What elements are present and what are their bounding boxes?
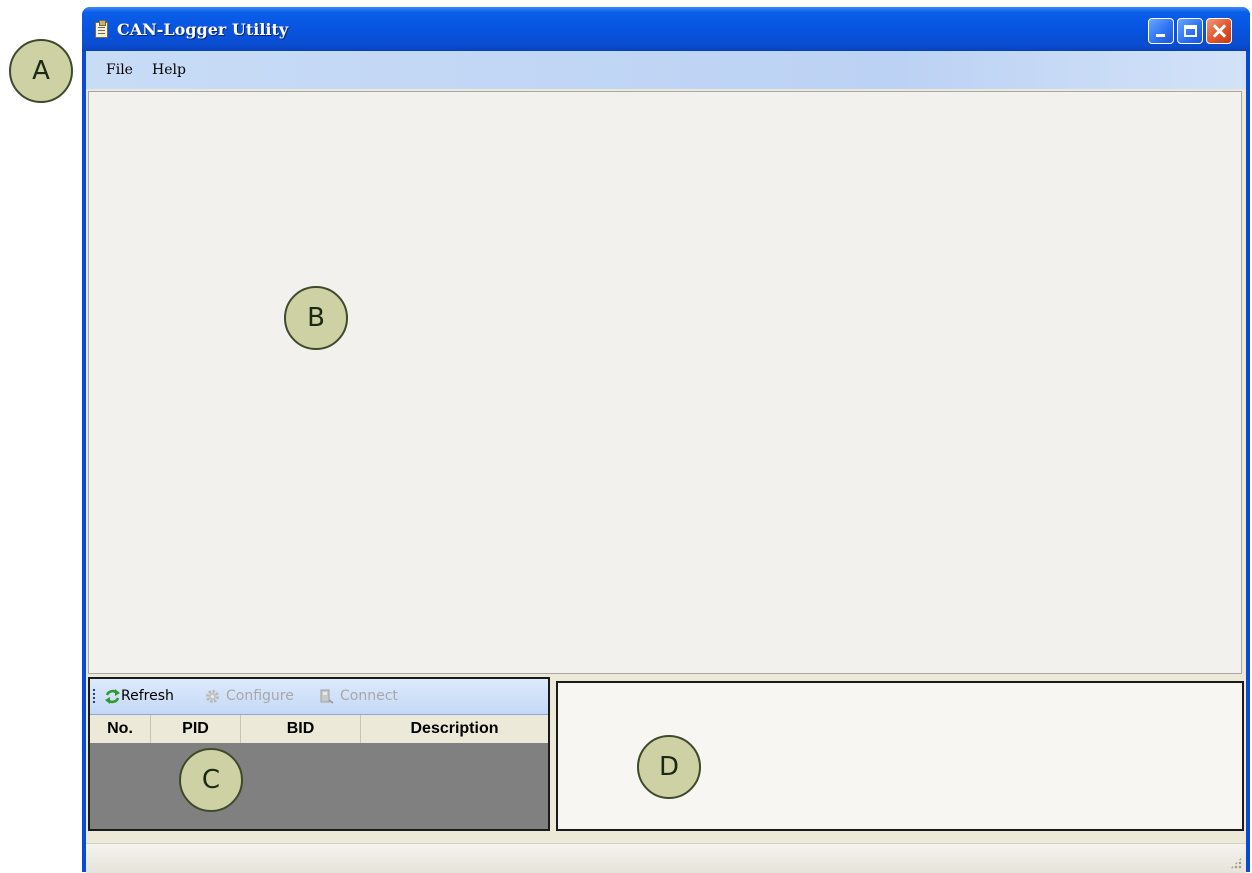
column-header-bid[interactable]: BID [241,715,361,743]
device-panel: Refresh Configure Connect No. PID BID De… [88,677,550,831]
refresh-label: Refresh [121,688,174,704]
connect-button[interactable]: Connect [318,679,418,713]
configure-button[interactable]: Configure [204,679,312,713]
device-table-header: No. PID BID Description [90,715,548,744]
callout-c: C [179,748,243,812]
minimize-icon [1156,34,1165,37]
clipboard-icon [95,20,108,38]
connect-icon [320,689,334,704]
toolbar-grip-handle[interactable] [93,689,95,705]
column-header-no[interactable]: No. [90,715,151,743]
gear-icon [206,690,219,703]
callout-b: B [284,286,348,350]
close-button[interactable] [1206,18,1232,44]
device-toolbar: Refresh Configure Connect [90,679,548,715]
minimize-button[interactable] [1148,18,1174,44]
configure-label: Configure [226,688,294,704]
title-bar[interactable]: CAN-Logger Utility [82,7,1250,51]
menu-file[interactable]: File [106,62,133,78]
main-view-area[interactable] [88,91,1242,674]
menu-help[interactable]: Help [152,62,186,78]
resize-grip-icon[interactable] [1230,857,1242,869]
callout-a: A [9,39,73,103]
close-icon [1207,19,1231,43]
status-bar [86,843,1246,873]
maximize-button[interactable] [1177,18,1203,44]
column-header-description[interactable]: Description [361,715,548,743]
callout-d: D [637,735,701,799]
menu-bar: File Help [86,51,1246,89]
maximize-icon [1184,25,1197,37]
window-title: CAN-Logger Utility [117,20,289,39]
column-header-pid[interactable]: PID [151,715,241,743]
device-table-body[interactable] [90,743,548,829]
refresh-icon [105,689,120,704]
connect-label: Connect [340,688,398,704]
refresh-button[interactable]: Refresh [104,679,196,713]
